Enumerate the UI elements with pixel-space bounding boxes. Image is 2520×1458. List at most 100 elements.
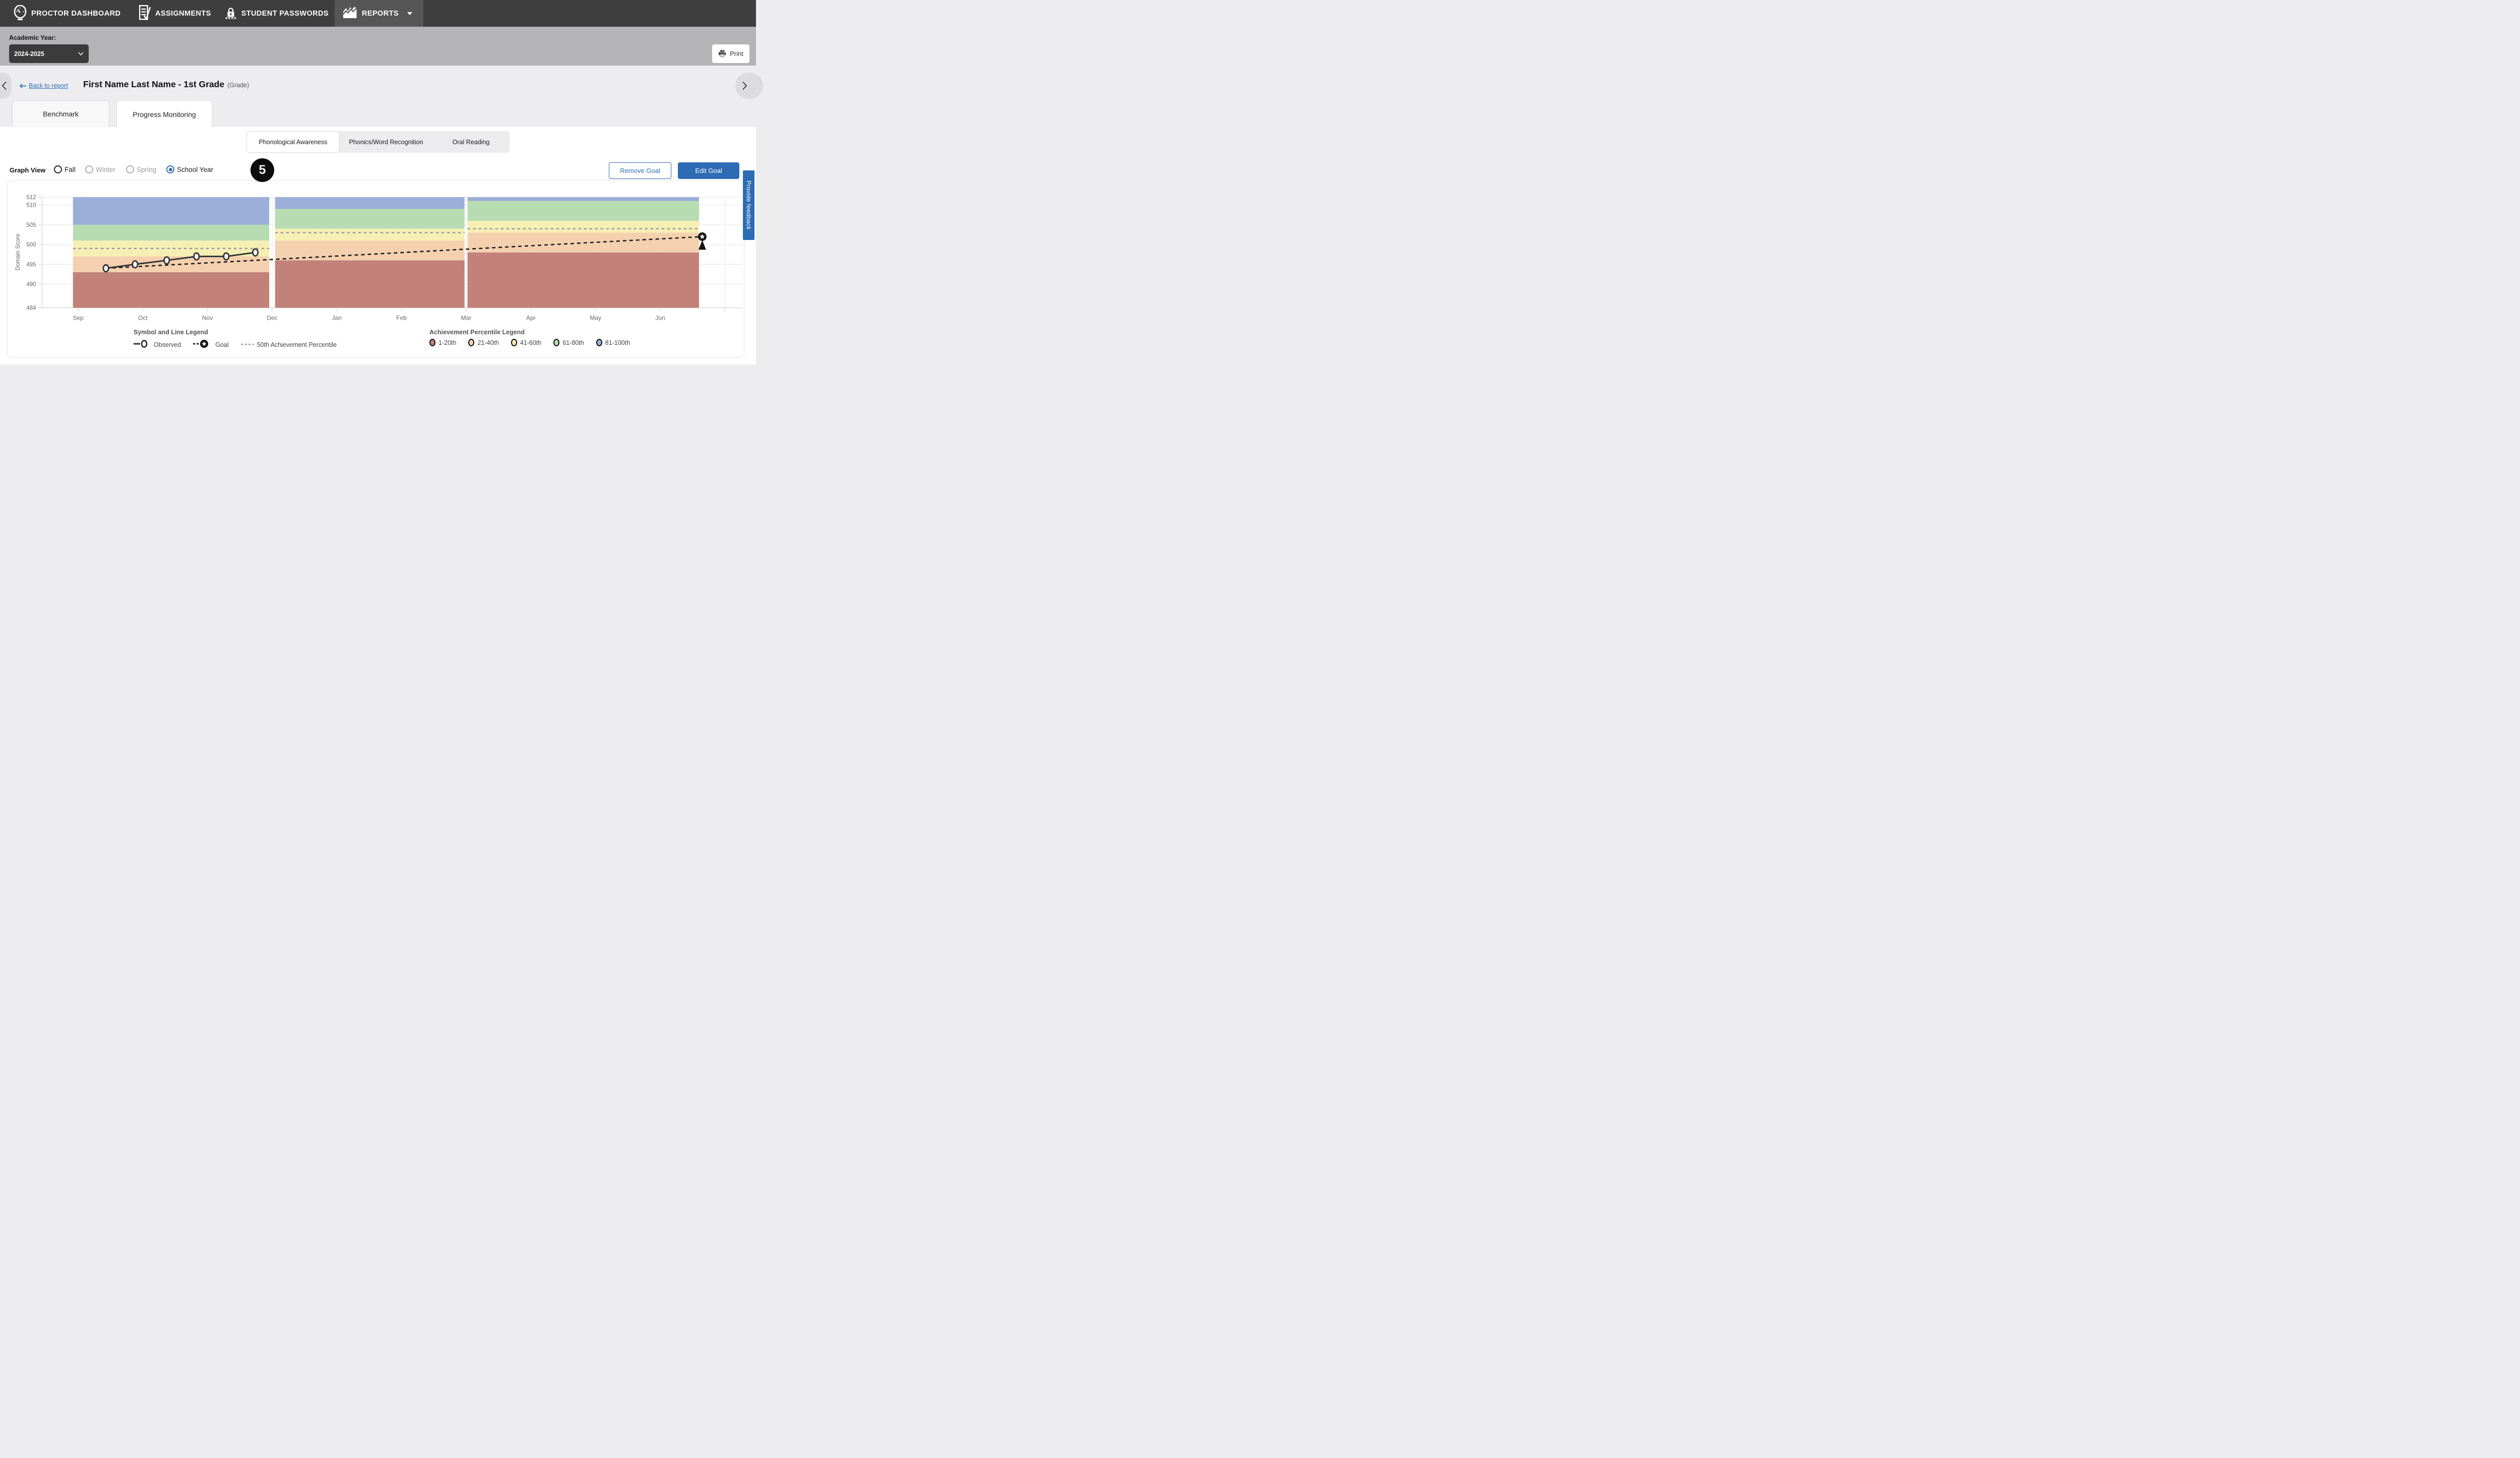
page-title: First Name Last Name - 1st Grade(Grade): [83, 79, 249, 90]
nav-label: STUDENT PASSWORDS: [241, 10, 329, 18]
legend-item-percentile-81-100th: 81-100th: [596, 339, 630, 346]
progress-monitoring-chart: 484490495500505510512SepOctNovDecJanFebM…: [8, 180, 744, 357]
radio-circle-icon: [166, 165, 174, 173]
svg-text:Oct: Oct: [138, 315, 148, 322]
nav-item-proctor-dashboard[interactable]: PROCTOR DASHBOARD: [14, 0, 120, 27]
percentile-swatch-icon: [511, 339, 517, 346]
legend-title: Achievement Percentile Legend: [429, 329, 630, 336]
back-link-label: Back to report: [29, 82, 68, 89]
legend-item-percentile-61-80th: 61-80th: [553, 339, 584, 346]
nav-label: REPORTS: [362, 10, 399, 18]
nav-item-assignments[interactable]: ASSIGNMENTS: [139, 0, 211, 27]
svg-text:Sep: Sep: [73, 315, 84, 322]
page-forward-arrow-button[interactable]: [735, 73, 763, 99]
academic-year-select[interactable]: 2024-2025: [9, 44, 89, 63]
percentile-swatch-icon: [429, 339, 435, 346]
percentile-swatch-icon: [596, 339, 602, 346]
measure-tab-phonological-awareness[interactable]: Phonological Awareness: [247, 132, 339, 152]
page-back-arrow-button[interactable]: [0, 73, 12, 99]
measure-tab-label: Phonics/Word Recognition: [349, 139, 423, 146]
printer-icon: [718, 50, 726, 57]
print-button[interactable]: Print: [712, 44, 749, 63]
radio-label: School Year: [177, 166, 213, 173]
lock-icon: ****: [225, 8, 237, 22]
goal-line-icon: [193, 339, 212, 350]
password-stars-icon: ****: [225, 17, 237, 22]
svg-text:Dec: Dec: [267, 315, 277, 322]
svg-text:May: May: [590, 315, 601, 322]
radio-circle-icon: [54, 165, 62, 173]
svg-text:Mar: Mar: [461, 315, 472, 322]
academic-year-label: Academic Year:: [9, 34, 56, 41]
radio-winter[interactable]: Winter: [85, 165, 115, 173]
tab-benchmark[interactable]: Benchmark: [12, 100, 109, 128]
legend-item-percentile-21-40th: 21-40th: [468, 339, 498, 346]
graph-view-label: Graph View: [10, 166, 45, 174]
measure-tab-phonics-word-recognition[interactable]: Phonics/Word Recognition: [340, 131, 432, 153]
tab-label: Progress Monitoring: [133, 110, 196, 118]
achievement-percentile-legend: Achievement Percentile Legend 1-20th 21-4…: [429, 329, 630, 346]
area-chart-icon: [343, 6, 357, 21]
svg-text:484: 484: [26, 306, 36, 312]
measure-tab-label: Phonological Awareness: [259, 139, 328, 146]
chevron-left-icon: [2, 81, 7, 90]
academic-year-value: 2024-2025: [14, 50, 44, 57]
chevron-down-icon: [78, 52, 84, 55]
svg-text:495: 495: [26, 262, 36, 268]
radio-label: Winter: [96, 166, 115, 173]
symbol-line-legend-items: Observed Goal 50th Achievement Percentile: [134, 339, 337, 350]
legend-item-50th-achievement-percentile: 50th Achievement Percentile: [241, 341, 337, 348]
arrow-left-icon: [19, 83, 27, 89]
radio-circle-icon: [126, 165, 134, 173]
svg-text:Feb: Feb: [396, 315, 407, 322]
percentile-swatch-icon: [468, 339, 474, 346]
svg-text:500: 500: [26, 242, 36, 248]
radio-school-year[interactable]: School Year: [166, 165, 213, 173]
gauge-icon: [14, 5, 27, 22]
edit-goal-button[interactable]: Edit Goal: [678, 162, 739, 179]
measure-tab-label: Oral Reading: [453, 139, 490, 146]
legend-title: Symbol and Line Legend: [134, 329, 337, 336]
svg-text:510: 510: [26, 203, 36, 209]
legend-item-percentile-1-20th: 1-20th: [429, 339, 456, 346]
percentile-swatch-icon: [553, 339, 559, 346]
legend-item-observed: Observed: [134, 339, 181, 350]
measure-tab-oral-reading[interactable]: Oral Reading: [432, 131, 510, 153]
radio-fall[interactable]: Fall: [54, 165, 76, 173]
nav-label: PROCTOR DASHBOARD: [31, 10, 120, 18]
observed-line-icon: [134, 339, 151, 350]
svg-text:512: 512: [26, 195, 36, 201]
svg-text:Nov: Nov: [202, 315, 213, 322]
step-badge: 5: [250, 158, 274, 182]
back-to-report-link[interactable]: Back to report: [19, 82, 68, 89]
remove-goal-button[interactable]: Remove Goal: [609, 162, 671, 179]
svg-text:Apr: Apr: [526, 315, 536, 322]
provide-feedback-button[interactable]: Provide feedback: [743, 170, 754, 240]
percentile50-line-icon: [241, 341, 254, 348]
tab-label: Benchmark: [43, 110, 79, 118]
top-nav: PROCTOR DASHBOARD ASSIGNMENTS **** STUDE…: [0, 0, 756, 27]
symbol-line-legend: Symbol and Line Legend Observed Goal 50th …: [134, 329, 337, 350]
svg-text:490: 490: [26, 281, 36, 287]
nav-item-reports[interactable]: REPORTS: [335, 0, 423, 27]
legend-item-goal: Goal: [193, 339, 228, 350]
print-label: Print: [730, 50, 743, 57]
progress-chart-card: 484490495500505510512SepOctNovDecJanFebM…: [7, 180, 744, 357]
svg-text:Jan: Jan: [332, 315, 342, 322]
toolbar: Academic Year: 2024-2025 Print: [0, 27, 756, 66]
nav-label: ASSIGNMENTS: [155, 10, 211, 18]
grade-suffix: (Grade): [227, 82, 249, 89]
clipboard-check-icon: [139, 5, 151, 22]
radio-circle-icon: [85, 165, 93, 173]
tab-progress-monitoring[interactable]: Progress Monitoring: [116, 100, 212, 128]
radio-label: Spring: [137, 166, 156, 173]
measure-tab-group: Phonological Awareness Phonics/Word Reco…: [246, 131, 510, 153]
legend-item-percentile-41-60th: 41-60th: [511, 339, 541, 346]
svg-text:Domain Score: Domain Score: [15, 234, 21, 271]
student-name-grade: First Name Last Name - 1st Grade: [83, 79, 224, 89]
nav-item-student-passwords[interactable]: **** STUDENT PASSWORDS: [225, 0, 329, 27]
percentile-legend-items: 1-20th 21-40th 41-60th 61-80th 81-100th: [429, 339, 630, 346]
radio-spring[interactable]: Spring: [126, 165, 156, 173]
chevron-right-icon: [742, 81, 747, 90]
radio-label: Fall: [65, 166, 76, 173]
